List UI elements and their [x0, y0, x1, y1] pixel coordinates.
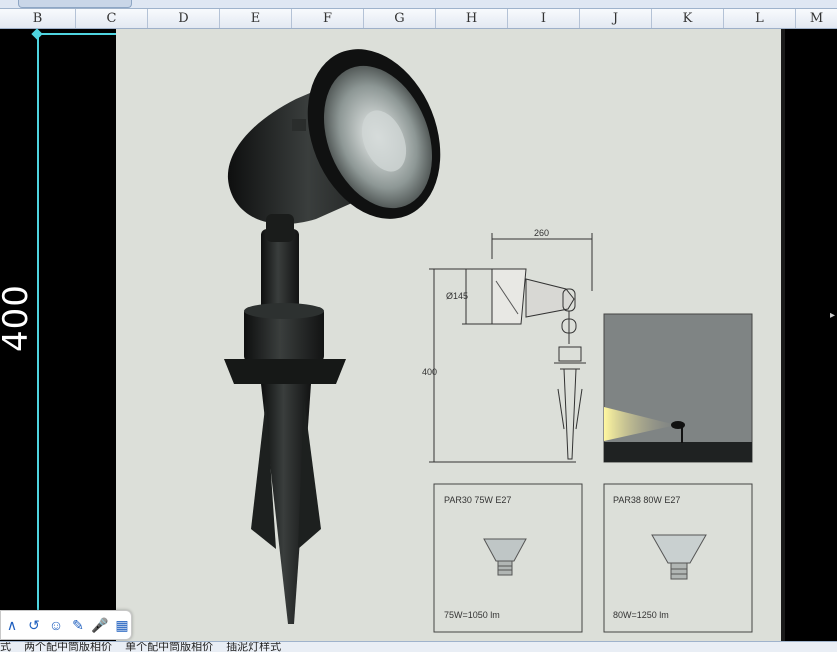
pen-icon[interactable]: ✎: [69, 615, 87, 635]
microphone-icon[interactable]: 🎤: [91, 615, 109, 635]
column-header-g[interactable]: G: [364, 9, 436, 28]
column-header-l[interactable]: L: [724, 9, 796, 28]
width-dimension-label: 260: [534, 228, 550, 238]
technical-drawing: [429, 233, 593, 463]
column-header-m[interactable]: M: [796, 9, 837, 28]
product-image[interactable]: 260 Ø145 400 PAR30 75W E27 75W=1050 lm P…: [116, 29, 781, 641]
lamp-box-1-output: 75W=1050 lm: [444, 610, 500, 620]
lamp-housing: [224, 49, 441, 624]
text-a-icon[interactable]: ∧: [3, 615, 21, 635]
column-header-b[interactable]: B: [0, 9, 76, 28]
column-header-e[interactable]: E: [220, 9, 292, 28]
panel-shadow: [781, 29, 785, 641]
lighting-scene: [603, 313, 753, 463]
dimension-label: 400: [0, 284, 36, 352]
column-header-k[interactable]: K: [652, 9, 724, 28]
column-header-c[interactable]: C: [76, 9, 148, 28]
column-header-bar: B C D E F G H I J K L M: [0, 9, 837, 29]
rotate-icon[interactable]: ↺: [25, 615, 43, 635]
sheet-tab-4[interactable]: 插泥灯样式: [226, 642, 281, 652]
sheet-tab-2[interactable]: 两个配中筒版相价: [24, 642, 112, 652]
height-dimension-label: 400: [422, 367, 438, 377]
grid-icon[interactable]: ▦: [113, 615, 131, 635]
sheet-top-tab[interactable]: [18, 0, 132, 8]
column-header-d[interactable]: D: [148, 9, 220, 28]
lamp-box-1-title: PAR30 75W E27: [444, 495, 512, 505]
column-header-f[interactable]: F: [292, 9, 364, 28]
emoji-icon[interactable]: ☺: [47, 615, 65, 635]
diameter-dimension-label: Ø145: [446, 291, 469, 301]
column-header-i[interactable]: I: [508, 9, 580, 28]
lamp-box-2-title: PAR38 80W E27: [613, 495, 681, 505]
product-illustration: [224, 49, 753, 633]
par30-bulb-icon: [483, 538, 527, 576]
floating-toolbar: ∧ ↺ ☺ ✎ 🎤 ▦: [0, 610, 132, 640]
top-strip: [0, 0, 837, 9]
sheet-tab-bar: 式 两个配中筒版相价 单个配中筒版相价 插泥灯样式: [0, 641, 837, 652]
lamp-box-2-output: 80W=1250 lm: [613, 610, 669, 620]
sheet-tab-1[interactable]: 式: [0, 642, 11, 652]
par38-bulb-icon: [651, 534, 707, 580]
column-header-h[interactable]: H: [436, 9, 508, 28]
column-header-j[interactable]: J: [580, 9, 652, 28]
sheet-tab-3[interactable]: 单个配中筒版相价: [125, 642, 213, 652]
dimension-vertical-line: [37, 33, 39, 628]
scroll-arrow-icon[interactable]: ▸: [830, 310, 835, 321]
